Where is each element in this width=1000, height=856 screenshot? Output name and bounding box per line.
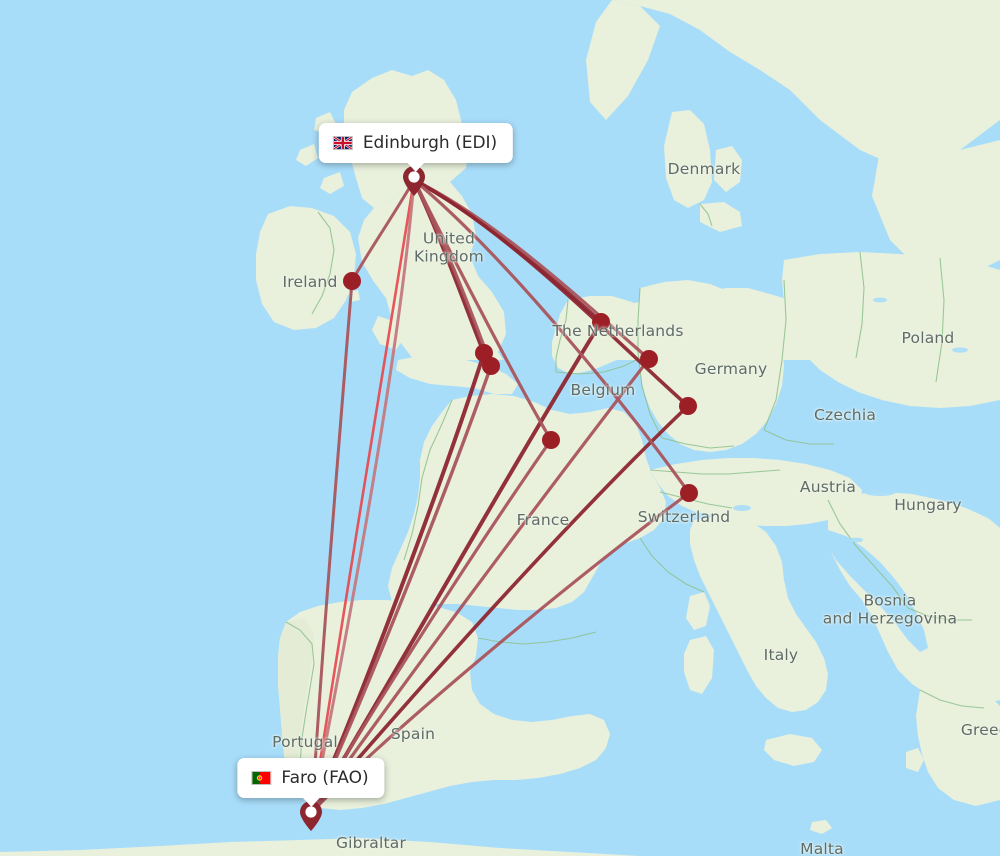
flag-gb-icon [332, 136, 353, 150]
waypoint-frankfurt [679, 397, 697, 415]
destination-tooltip-label: Faro (FAO) [281, 768, 369, 788]
waypoint-paris [542, 431, 560, 449]
origin-tooltip-edinburgh[interactable]: Edinburgh (EDI) [318, 123, 514, 172]
waypoint-london-lgw [482, 357, 500, 375]
origin-tooltip-label: Edinburgh (EDI) [362, 133, 498, 153]
flight-route-map[interactable]: Denmark United Kingdom Ireland The Nethe… [0, 0, 1000, 856]
waypoint-amsterdam [592, 313, 610, 331]
waypoint-zurich [680, 484, 698, 502]
destination-tooltip-faro[interactable]: Faro (FAO) [237, 758, 385, 807]
waypoint-dublin [343, 272, 361, 290]
waypoint-dusseldorf [640, 350, 658, 368]
flag-pt-icon [251, 771, 272, 785]
